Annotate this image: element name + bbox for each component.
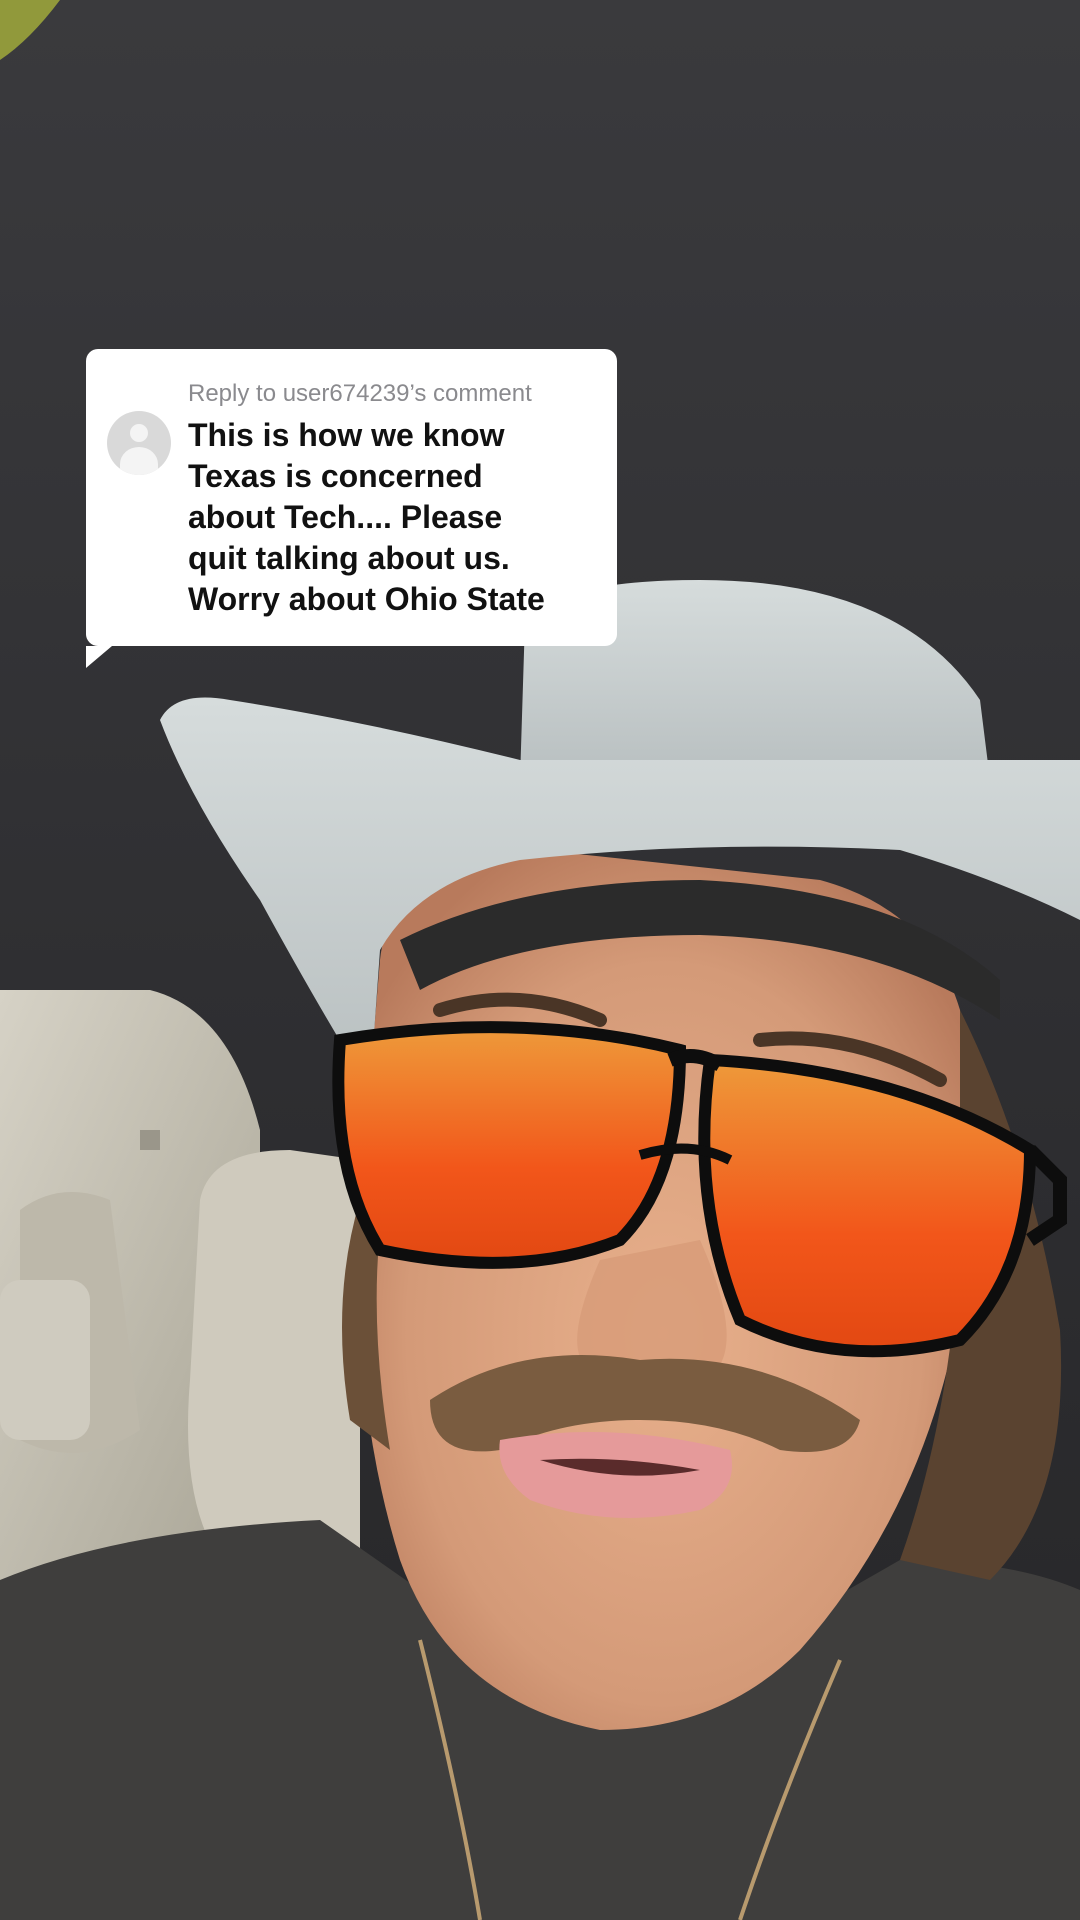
left-lens xyxy=(332,1021,687,1269)
reply-header: Reply to user674239’s comment xyxy=(188,380,532,407)
comment-line: about Tech.... Please xyxy=(188,499,503,535)
comment-line: Worry about Ohio State xyxy=(188,581,545,617)
comment-line: Texas is concerned xyxy=(188,458,483,494)
comment-line: This is how we know xyxy=(188,417,505,453)
comment-line: quit talking about us. xyxy=(188,540,510,576)
headrest xyxy=(188,1150,360,1560)
default-user-avatar-icon xyxy=(107,411,171,475)
reply-bubble-tail xyxy=(86,646,112,668)
video-scene xyxy=(0,0,1080,1920)
reply-comment-text: This is how we know Texas is concerned a… xyxy=(188,415,591,620)
seatbelt-buckle xyxy=(0,1280,90,1440)
reply-comment-sticker[interactable]: Reply to user674239’s comment This is ho… xyxy=(86,349,617,668)
video-frame[interactable] xyxy=(0,0,1080,1920)
